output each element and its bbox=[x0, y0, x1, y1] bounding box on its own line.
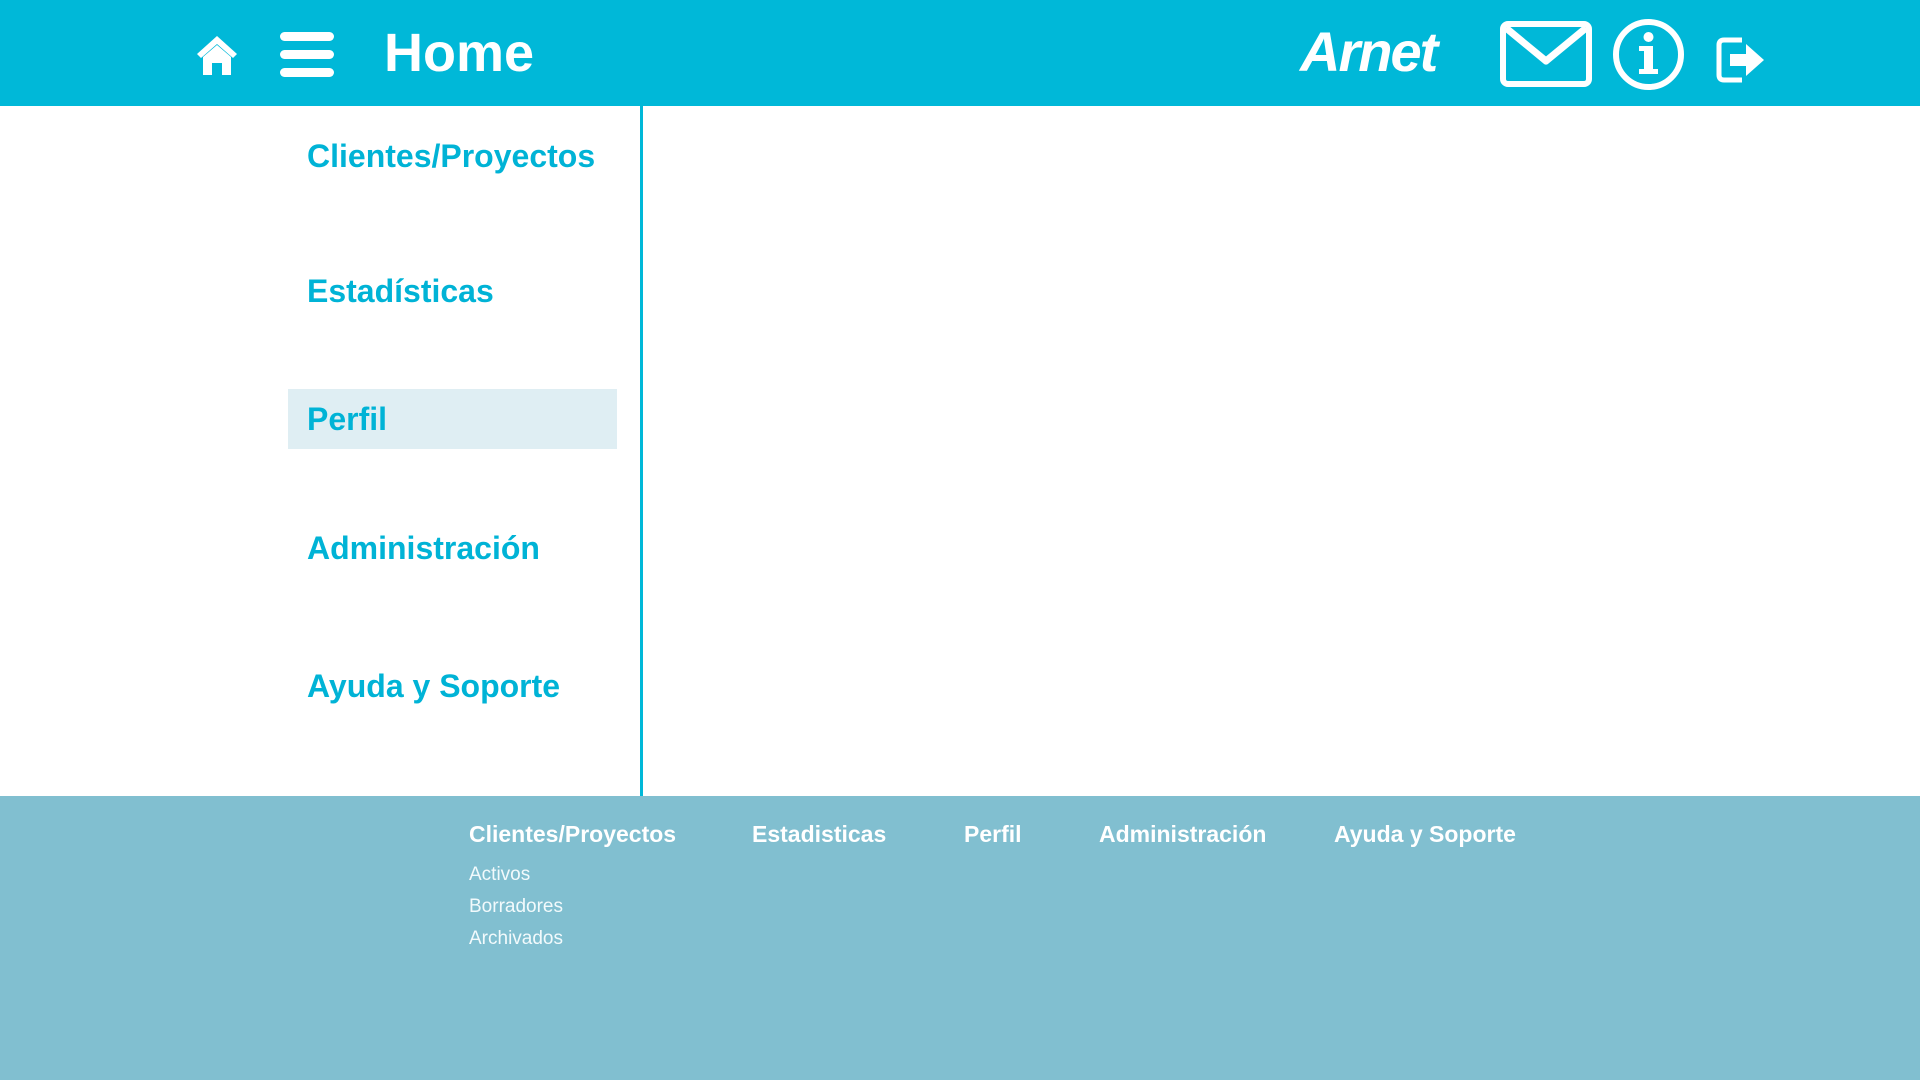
sidebar-item-ayuda-soporte[interactable]: Ayuda y Soporte bbox=[288, 656, 617, 716]
footer-link-administracion[interactable]: Administración bbox=[1099, 819, 1266, 849]
logout-icon[interactable] bbox=[1716, 34, 1766, 86]
main-content bbox=[643, 106, 1920, 796]
mail-icon[interactable] bbox=[1500, 21, 1592, 87]
footer-sitemap: Clientes/Proyectos Estadisticas Perfil A… bbox=[0, 796, 1920, 1080]
footer-link-clientes-proyectos[interactable]: Clientes/Proyectos bbox=[469, 819, 676, 849]
footer-sublink-borradores[interactable]: Borradores bbox=[469, 895, 563, 919]
sidebar-nav: Clientes/Proyectos Estadísticas Perfil A… bbox=[0, 106, 643, 796]
arnet-logo: Arnet bbox=[1300, 20, 1438, 83]
sidebar-item-estadisticas[interactable]: Estadísticas bbox=[288, 261, 617, 321]
footer-sublink-archivados[interactable]: Archivados bbox=[469, 927, 563, 951]
info-icon[interactable] bbox=[1612, 18, 1685, 91]
footer-link-estadisticas[interactable]: Estadisticas bbox=[752, 819, 886, 849]
sidebar-item-clientes-proyectos[interactable]: Clientes/Proyectos bbox=[288, 126, 617, 186]
sidebar-item-perfil[interactable]: Perfil bbox=[288, 389, 617, 449]
footer-sublink-activos[interactable]: Activos bbox=[469, 863, 530, 887]
home-icon[interactable] bbox=[195, 33, 239, 77]
top-header: Home Arnet bbox=[0, 0, 1920, 106]
hamburger-menu-icon[interactable] bbox=[279, 30, 335, 78]
sidebar-item-administracion[interactable]: Administración bbox=[288, 518, 617, 578]
footer-link-perfil[interactable]: Perfil bbox=[964, 819, 1022, 849]
page-title: Home bbox=[384, 23, 535, 83]
footer-link-ayuda-soporte[interactable]: Ayuda y Soporte bbox=[1334, 819, 1516, 849]
